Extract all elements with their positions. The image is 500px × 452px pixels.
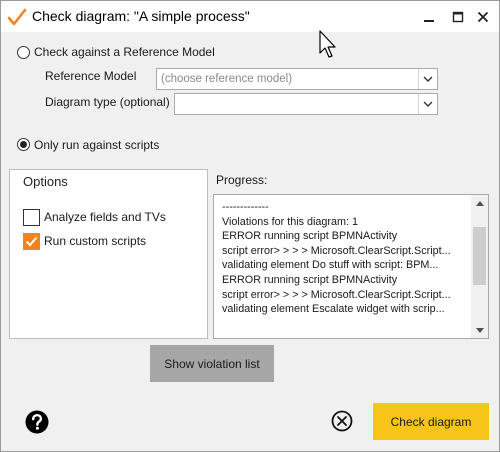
progress-label: Progress: [216, 173, 268, 187]
log-line: validating element Do stuff with script:… [222, 259, 439, 272]
check-diagram-window: Check diagram: "A simple process" Check … [0, 0, 500, 452]
chevron-down-icon[interactable] [418, 69, 437, 89]
checkmark-icon [25, 236, 38, 247]
reference-model-select[interactable]: (choose reference model) [156, 68, 438, 90]
log-line: Violations for this diagram: 1 [222, 215, 359, 228]
help-icon[interactable] [25, 410, 49, 434]
progress-log-lines: ------------- Violations for this diagram… [222, 200, 472, 317]
mouse-cursor-icon [319, 30, 336, 58]
check-diagram-button[interactable]: Check diagram [373, 403, 489, 440]
close-icon [477, 11, 488, 22]
log-line: validating element Escalate widget with … [222, 303, 445, 316]
show-violation-list-button[interactable]: Show violation list [150, 345, 274, 382]
minimize-icon [423, 19, 434, 22]
only-scripts-radio-label: Only run against scripts [34, 138, 160, 152]
progress-scrollbar[interactable] [471, 195, 488, 338]
scrollbar-thumb[interactable] [473, 227, 486, 285]
options-title: Options [23, 174, 68, 189]
run-custom-scripts-label: Run custom scripts [44, 234, 147, 248]
chevron-down-icon[interactable] [418, 94, 437, 114]
scroll-down-icon[interactable] [471, 322, 488, 338]
run-custom-scripts-checkbox[interactable] [23, 233, 40, 250]
analyze-fields-checkbox[interactable] [23, 209, 40, 226]
progress-log[interactable]: ------------- Violations for this diagram… [213, 194, 489, 339]
cancel-circle-icon[interactable] [331, 410, 353, 432]
close-button[interactable] [466, 1, 499, 32]
scroll-up-icon[interactable] [471, 195, 488, 211]
reference-model-radio[interactable] [17, 46, 30, 59]
reference-model-placeholder: (choose reference model) [161, 73, 293, 85]
reference-model-radio-label: Check against a Reference Model [34, 45, 215, 59]
analyze-fields-label: Analyze fields and TVs [44, 210, 166, 224]
log-line: ERROR running script BPMNActivity [222, 230, 398, 243]
title-bar: Check diagram: "A simple process" [1, 1, 499, 32]
orange-checkmark-icon [7, 8, 27, 26]
reference-model-label: Reference Model [45, 69, 137, 83]
log-line: script error> > > > Microsoft.ClearScrip… [222, 288, 451, 301]
diagram-type-label: Diagram type (optional) [45, 95, 170, 109]
only-scripts-radio[interactable] [17, 138, 30, 151]
log-line: ERROR running script BPMNActivity [222, 273, 398, 286]
window-title: Check diagram: "A simple process" [32, 8, 250, 24]
maximize-icon [452, 11, 463, 22]
log-line: script error> > > > Microsoft.ClearScrip… [222, 244, 451, 257]
log-line: ------------- [222, 201, 269, 213]
options-panel: Options Analyze fields and TVs Run custo… [9, 169, 208, 339]
diagram-type-select[interactable] [174, 93, 438, 115]
